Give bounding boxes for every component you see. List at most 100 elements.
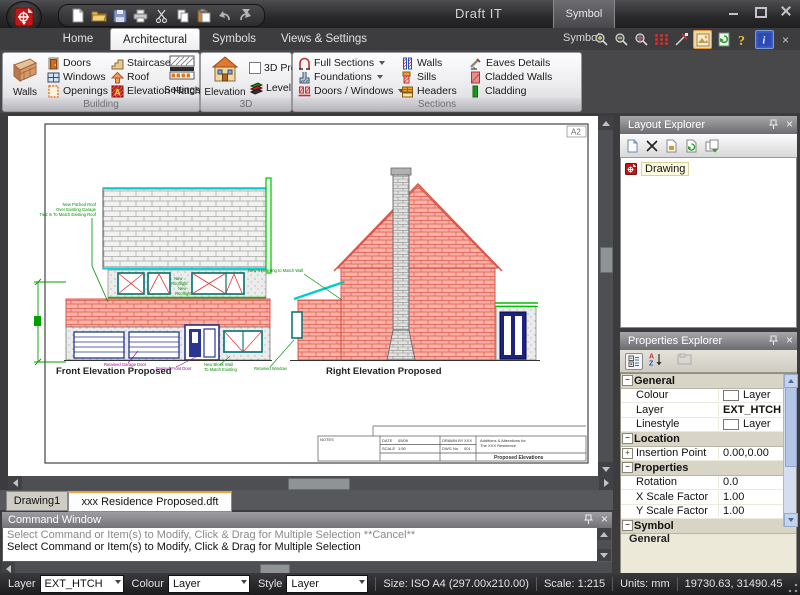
section-location[interactable]: − Location [621, 432, 796, 447]
tab-home[interactable]: Home [48, 28, 108, 50]
maximize-icon[interactable] [754, 6, 766, 16]
regenerate-icon[interactable] [715, 31, 732, 48]
gable-main-wall[interactable] [341, 268, 495, 360]
hscroll-thumb[interactable] [288, 478, 350, 490]
cladded-walls-button[interactable]: Cladded Walls [469, 70, 552, 84]
delete-layout-icon[interactable] [646, 140, 658, 152]
walls-button[interactable]: Walls [7, 55, 43, 98]
doc-tab-residence[interactable]: xxx Residence Proposed.dft [68, 491, 232, 512]
linestyle-swatch[interactable] [723, 419, 739, 430]
cut-icon[interactable] [153, 7, 170, 24]
headers-button[interactable]: Headers [401, 84, 457, 98]
scroll-down-icon[interactable] [600, 553, 608, 558]
layout-item-drawing[interactable]: Drawing [625, 162, 792, 176]
canvas-horizontal-scrollbar[interactable] [8, 476, 613, 490]
collapse-icon[interactable]: − [622, 462, 633, 473]
grid-snap-icon[interactable] [653, 31, 670, 48]
elevation-button[interactable]: Elevation [203, 55, 247, 98]
close-window-icon[interactable] [780, 6, 792, 16]
pin-icon[interactable] [769, 119, 778, 130]
scroll-down-icon[interactable] [602, 467, 610, 472]
close-toolbar-icon[interactable]: × [777, 31, 794, 48]
print-icon[interactable] [132, 7, 149, 24]
annex-door[interactable] [500, 312, 526, 359]
import-layout-icon[interactable] [665, 139, 678, 153]
qat-overflow-icon[interactable] [242, 9, 250, 14]
collapse-icon[interactable]: − [622, 520, 633, 531]
info-icon[interactable]: i [755, 30, 774, 49]
property-row-insertion-point[interactable]: + Insertion Point 0.00,0.00 [621, 447, 796, 462]
barge-board[interactable] [266, 178, 271, 273]
brick-band[interactable] [66, 299, 270, 327]
property-row-yscale[interactable]: Y Scale Factor 1.00 [621, 505, 796, 520]
section-symbol[interactable]: − Symbol [621, 519, 796, 534]
dropdown-arrow-icon[interactable] [241, 580, 247, 584]
sills-button[interactable]: Sills [401, 70, 436, 84]
refresh-layout-icon[interactable] [685, 139, 698, 153]
openings-button[interactable]: Openings [47, 84, 108, 98]
resize-grip[interactable] [788, 583, 798, 593]
foundations-dropdown-icon[interactable] [377, 75, 383, 79]
collapse-icon[interactable]: − [622, 433, 633, 444]
tab-architectural[interactable]: Architectural [110, 28, 200, 51]
scroll-down-icon[interactable] [788, 518, 794, 522]
property-pages-button[interactable] [677, 352, 692, 370]
ground-window[interactable] [224, 331, 262, 352]
close-panel-icon[interactable]: × [786, 119, 793, 130]
properties-scroll-thumb[interactable] [785, 387, 797, 467]
roof-button[interactable]: Roof [111, 70, 149, 84]
level-button[interactable]: Level [249, 81, 291, 95]
scroll-right-icon[interactable] [604, 479, 609, 487]
tab-symbols[interactable]: Symbols [202, 28, 266, 50]
section-general[interactable]: − General [621, 374, 796, 389]
canvas-vertical-scrollbar[interactable] [598, 116, 613, 476]
zoom-out-icon[interactable] [613, 31, 630, 48]
help-icon[interactable]: ? [735, 31, 752, 48]
scroll-up-icon[interactable] [788, 379, 794, 383]
pin-icon[interactable] [769, 335, 778, 346]
foundations-button[interactable]: Foundations [298, 70, 383, 84]
paste-icon[interactable] [195, 7, 212, 24]
property-row-linestyle[interactable]: Linestyle Layer [621, 418, 796, 433]
garage-door-left[interactable] [74, 332, 124, 358]
zoom-extents-icon[interactable] [633, 31, 650, 48]
dropdown-arrow-icon[interactable] [359, 580, 365, 584]
expand-icon[interactable]: + [622, 448, 633, 459]
upper-window-3[interactable] [192, 273, 244, 294]
cladding-button[interactable]: Cladding [469, 84, 526, 98]
upper-window-2[interactable] [148, 273, 170, 294]
property-row-colour[interactable]: Colour Layer [621, 389, 796, 404]
full-sections-button[interactable]: Full Sections [298, 56, 385, 70]
zoom-in-icon[interactable] [593, 31, 610, 48]
full-sections-dropdown-icon[interactable] [379, 61, 385, 65]
property-row-rotation[interactable]: Rotation 0.0 [621, 476, 796, 491]
doors-button[interactable]: Doors [47, 56, 91, 70]
open-folder-icon[interactable] [90, 7, 107, 24]
scroll-left-icon[interactable] [6, 565, 11, 573]
properties-scrollbar[interactable] [783, 374, 796, 527]
3d-preview-checkbox-box[interactable] [249, 62, 261, 74]
command-history[interactable]: Select Command or Item(s) to Modify, Cli… [2, 528, 612, 562]
style-combo[interactable]: Layer [286, 575, 368, 593]
front-door[interactable] [185, 325, 219, 360]
garage-door-right[interactable] [129, 332, 179, 358]
layer-combo[interactable]: EXT_HTCH [40, 575, 124, 593]
collapse-icon[interactable]: − [622, 375, 633, 386]
doc-tab-drawing1[interactable]: Drawing1 [6, 491, 68, 511]
symbol-context-tab[interactable]: Symbol [553, 0, 615, 29]
close-panel-icon[interactable]: × [786, 335, 793, 346]
colour-swatch[interactable] [723, 390, 739, 401]
scroll-up-icon[interactable] [600, 532, 608, 537]
dropdown-arrow-icon[interactable] [115, 580, 121, 584]
copy-layout-icon[interactable] [705, 139, 719, 153]
section-properties[interactable]: − Properties [621, 461, 796, 476]
command-vertical-scrollbar[interactable] [597, 528, 611, 561]
vscroll-thumb[interactable] [600, 247, 613, 273]
property-row-layer[interactable]: Layer EXT_HTCH [621, 403, 796, 418]
drawing-view-icon[interactable] [693, 30, 712, 49]
sections-doors-windows-button[interactable]: Doors / Windows [298, 84, 404, 98]
save-icon[interactable] [111, 7, 128, 24]
pin-icon[interactable] [584, 514, 593, 525]
scroll-left-icon[interactable] [13, 479, 18, 487]
staircase-button[interactable]: Staircase [111, 56, 171, 70]
